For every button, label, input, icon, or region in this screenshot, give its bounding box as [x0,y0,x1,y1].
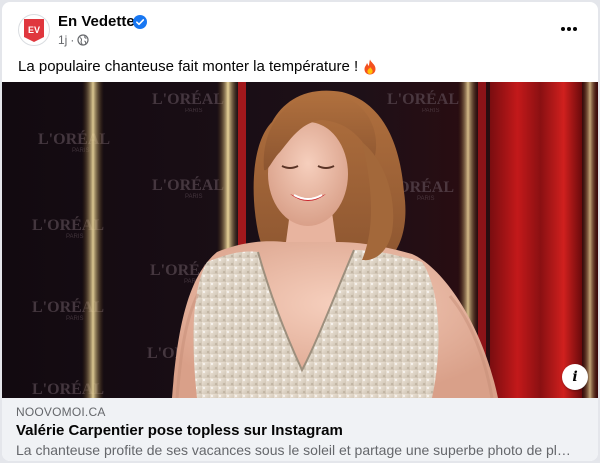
watermark-text: L'ORÉAL [152,89,224,108]
avatar-text: EV [28,25,40,35]
fire-emoji-icon [364,59,376,74]
watermark-sub: PARIS [66,316,84,322]
post-time[interactable]: 1j [58,33,67,47]
link-description: La chanteuse profite de ses vacances sou… [16,442,576,458]
watermark-text: L'ORÉAL [152,175,224,194]
watermark-text: L'ORÉAL [387,89,459,108]
page-name[interactable]: En Vedette [58,13,135,30]
meta-separator: · [70,33,75,47]
more-options-icon [561,27,577,31]
watermark-sub: PARIS [417,196,435,202]
red-carpet-photo: L'ORÉAL L'ORÉAL L'ORÉAL L'ORÉAL L'ORÉAL … [2,82,598,398]
post-header: EV En Vedette 1j · [2,2,598,52]
verified-badge-icon [133,15,147,29]
more-options-button[interactable] [556,16,582,42]
caption-text: La populaire chanteuse fait monter la te… [18,58,359,75]
facebook-post: EV En Vedette 1j · La populaire chanteus… [2,2,598,461]
en-vedette-logo: EV [24,19,44,42]
watermark-sub: PARIS [66,234,84,240]
post-caption: La populaire chanteuse fait monter la te… [18,58,377,75]
link-preview[interactable]: NOOVOMOI.CA Valérie Carpentier pose topl… [2,398,598,461]
watermark-sub: PARIS [185,108,203,114]
globe-icon[interactable] [77,34,89,46]
post-meta: 1j · [58,33,89,47]
watermark-sub: PARIS [185,194,203,200]
link-domain: NOOVOMOI.CA [16,405,106,419]
watermark-sub: PARIS [422,108,440,114]
info-button[interactable]: i [562,364,588,390]
link-title[interactable]: Valérie Carpentier pose topless sur Inst… [16,422,584,439]
post-photo[interactable]: L'ORÉAL L'ORÉAL L'ORÉAL L'ORÉAL L'ORÉAL … [2,82,598,398]
avatar[interactable]: EV [18,14,50,46]
